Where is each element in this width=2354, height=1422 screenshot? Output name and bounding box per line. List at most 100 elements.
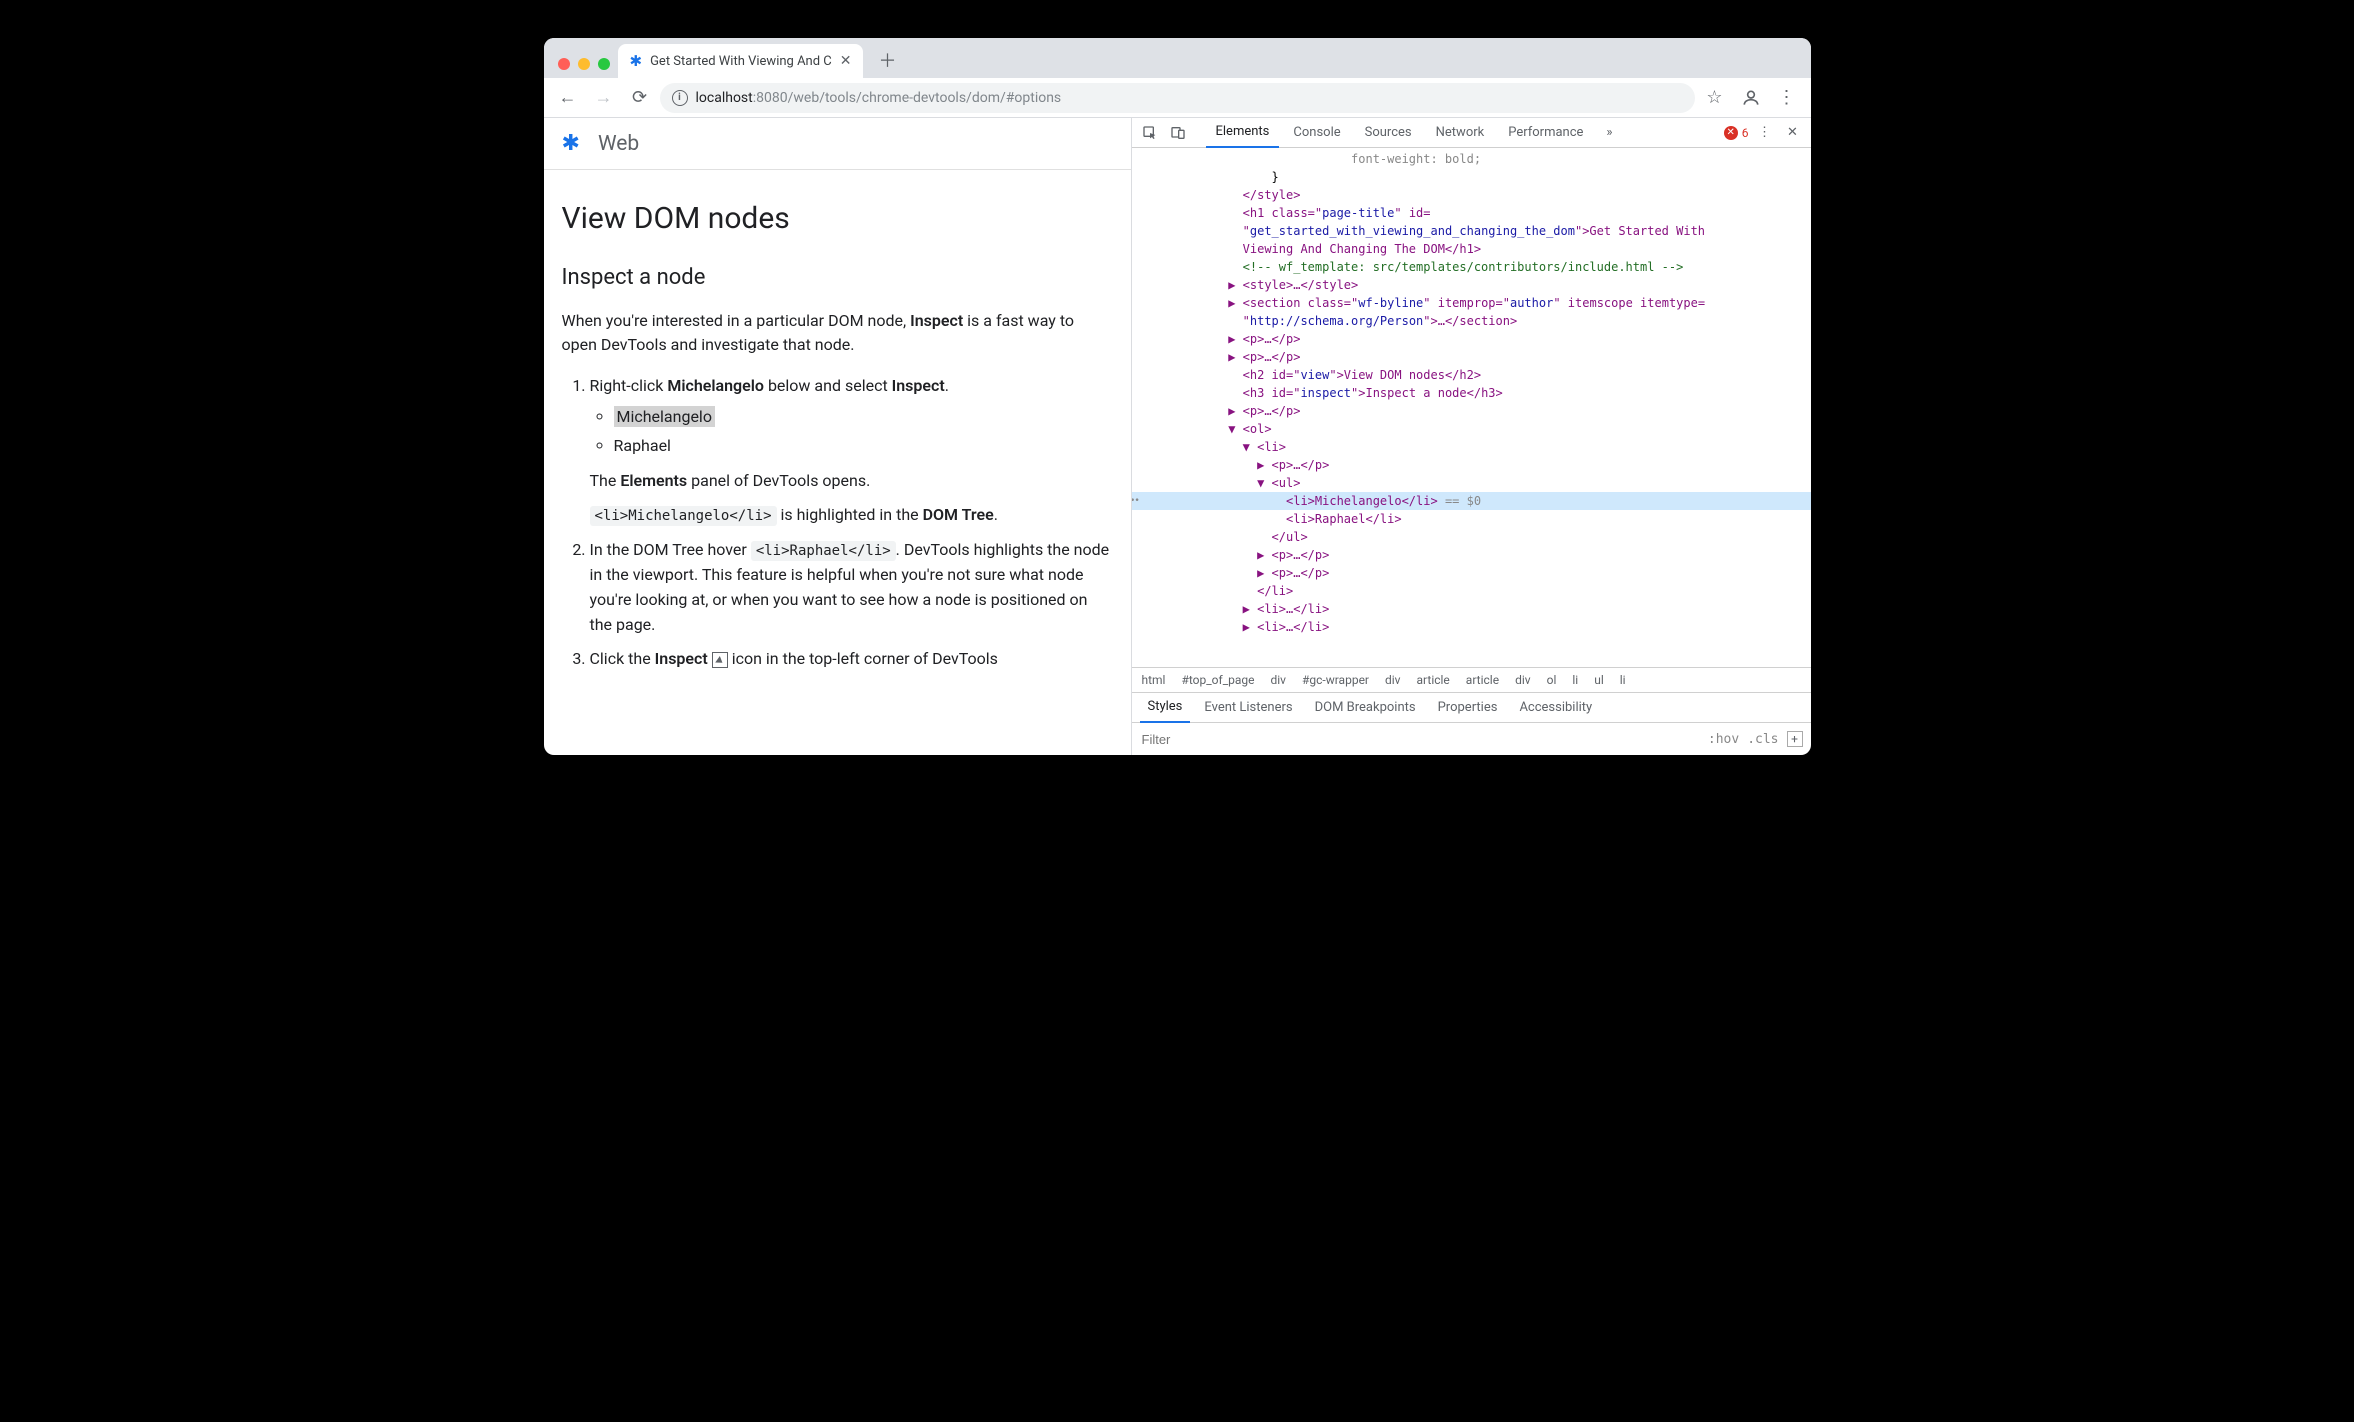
browser-window: ✱ Get Started With Viewing And C ✕ ＋ ← →… xyxy=(544,38,1811,755)
crumb[interactable]: div xyxy=(1270,673,1286,687)
crumb[interactable]: div xyxy=(1385,673,1401,687)
cls-toggle[interactable]: .cls xyxy=(1747,732,1778,747)
source-line[interactable]: "get_started_with_viewing_and_changing_t… xyxy=(1132,222,1811,240)
elements-tree[interactable]: font-weight: bold; } </style> <h1 class=… xyxy=(1132,148,1811,667)
minimize-window-icon[interactable] xyxy=(578,58,590,70)
site-logo-icon: ✱ xyxy=(562,131,580,156)
intro-paragraph: When you're interested in a particular D… xyxy=(562,309,1113,359)
tab-network[interactable]: Network xyxy=(1426,118,1495,148)
source-line[interactable]: ▼ <ol> xyxy=(1132,420,1811,438)
close-tab-icon[interactable]: ✕ xyxy=(840,53,852,69)
devtools-close-icon[interactable]: ✕ xyxy=(1781,121,1805,145)
crumb[interactable]: li xyxy=(1572,673,1578,687)
source-line[interactable]: <h2 id="view">View DOM nodes</h2> xyxy=(1132,366,1811,384)
page-h1: View DOM nodes xyxy=(562,196,1113,243)
address-bar[interactable]: i localhost:8080/web/tools/chrome-devtoo… xyxy=(660,83,1695,113)
source-line[interactable]: ▶ <p>…</p> xyxy=(1132,564,1811,582)
source-line[interactable]: <!-- wf_template: src/templates/contribu… xyxy=(1132,258,1811,276)
source-line[interactable]: ▼ <ul> xyxy=(1132,474,1811,492)
source-line[interactable]: ▶ <section class="wf-byline" itemprop="a… xyxy=(1132,294,1811,312)
step-1-code-line: <li>Michelangelo</li> is highlighted in … xyxy=(590,503,1113,528)
source-line[interactable]: ▶ <li>…</li> xyxy=(1132,600,1811,618)
profile-icon[interactable] xyxy=(1735,82,1767,114)
source-line[interactable]: </style> xyxy=(1132,186,1811,204)
breadcrumb[interactable]: html #top_of_page div #gc-wrapper div ar… xyxy=(1132,667,1811,693)
source-line[interactable]: font-weight: bold; xyxy=(1132,150,1811,168)
source-line[interactable]: ▶ <style>…</style> xyxy=(1132,276,1811,294)
site-info-icon[interactable]: i xyxy=(672,90,688,106)
subtab-properties[interactable]: Properties xyxy=(1430,693,1506,723)
devtools-panel: Elements Console Sources Network Perform… xyxy=(1132,118,1811,755)
forward-button[interactable]: → xyxy=(588,82,620,114)
source-line[interactable]: "http://schema.org/Person">…</section> xyxy=(1132,312,1811,330)
hov-toggle[interactable]: :hov xyxy=(1708,732,1739,747)
step-1-result: The Elements panel of DevTools opens. xyxy=(590,469,1113,494)
crumb[interactable]: article xyxy=(1466,673,1499,687)
content-area: ✱ Web View DOM nodes Inspect a node When… xyxy=(544,118,1811,755)
new-style-rule-icon[interactable]: + xyxy=(1787,731,1803,747)
rendered-page: ✱ Web View DOM nodes Inspect a node When… xyxy=(544,118,1132,755)
devtools-tabbar: Elements Console Sources Network Perform… xyxy=(1132,118,1811,148)
source-line[interactable]: <h1 class="page-title" id= xyxy=(1132,204,1811,222)
source-line[interactable]: <h3 id="inspect">Inspect a node</h3> xyxy=(1132,384,1811,402)
source-line[interactable]: <li>Raphael</li> xyxy=(1132,510,1811,528)
crumb[interactable]: html xyxy=(1142,673,1166,687)
new-tab-button[interactable]: ＋ xyxy=(873,46,901,74)
crumb[interactable]: #gc-wrapper xyxy=(1302,673,1369,687)
source-line[interactable]: </ul> xyxy=(1132,528,1811,546)
source-line[interactable]: ▶ <p>…</p> xyxy=(1132,330,1811,348)
site-section-label: Web xyxy=(598,132,639,156)
browser-tab[interactable]: ✱ Get Started With Viewing And C ✕ xyxy=(618,44,864,78)
source-line[interactable]: ▶ <p>…</p> xyxy=(1132,546,1811,564)
subtab-accessibility[interactable]: Accessibility xyxy=(1511,693,1600,723)
source-line[interactable]: </li> xyxy=(1132,582,1811,600)
tab-sources[interactable]: Sources xyxy=(1355,118,1422,148)
device-toggle-icon[interactable] xyxy=(1166,121,1190,145)
styles-filter-row: :hov .cls + xyxy=(1132,723,1811,755)
subtab-dom-breakpoints[interactable]: DOM Breakpoints xyxy=(1307,693,1424,723)
example-item-michelangelo[interactable]: Michelangelo xyxy=(614,405,1113,430)
tab-elements[interactable]: Elements xyxy=(1206,118,1280,148)
example-item-raphael[interactable]: Raphael xyxy=(614,434,1113,459)
crumb[interactable]: article xyxy=(1417,673,1450,687)
browser-toolbar: ← → ⟳ i localhost:8080/web/tools/chrome-… xyxy=(544,78,1811,118)
devtools-menu-icon[interactable]: ⋮ xyxy=(1753,121,1777,145)
error-count-badge[interactable]: ✕6 xyxy=(1724,126,1749,140)
source-line[interactable]: ▶ <p>…</p> xyxy=(1132,456,1811,474)
page-header: ✱ Web xyxy=(544,118,1131,170)
tab-console[interactable]: Console xyxy=(1283,118,1350,148)
source-line[interactable]: ▶ <p>…</p> xyxy=(1132,402,1811,420)
selected-source-line[interactable]: <li>Michelangelo</li> == $0 xyxy=(1132,492,1811,510)
crumb[interactable]: li xyxy=(1620,673,1626,687)
more-tabs-icon[interactable]: » xyxy=(1597,121,1621,145)
crumb[interactable]: div xyxy=(1515,673,1531,687)
tab-title: Get Started With Viewing And C xyxy=(650,54,832,69)
url-text: localhost:8080/web/tools/chrome-devtools… xyxy=(696,90,1062,106)
step-1: Right-click Michelangelo below and selec… xyxy=(590,374,1113,528)
crumb[interactable]: ol xyxy=(1547,673,1557,687)
bookmark-icon[interactable]: ☆ xyxy=(1699,82,1731,114)
subtab-event-listeners[interactable]: Event Listeners xyxy=(1196,693,1300,723)
page-h2: Inspect a node xyxy=(562,261,1113,295)
styles-filter-input[interactable] xyxy=(1140,731,1320,748)
steps-list: Right-click Michelangelo below and selec… xyxy=(562,374,1113,672)
tab-performance[interactable]: Performance xyxy=(1498,118,1593,148)
error-icon: ✕ xyxy=(1724,126,1738,140)
source-line[interactable]: ▶ <li>…</li> xyxy=(1132,618,1811,636)
inspect-icon xyxy=(712,652,728,668)
source-line[interactable]: } xyxy=(1132,168,1811,186)
reload-button[interactable]: ⟳ xyxy=(624,82,656,114)
source-line[interactable]: ▶ <p>…</p> xyxy=(1132,348,1811,366)
subtab-styles[interactable]: Styles xyxy=(1140,693,1191,723)
source-line[interactable]: ▼ <li> xyxy=(1132,438,1811,456)
source-line[interactable]: Viewing And Changing The DOM</h1> xyxy=(1132,240,1811,258)
crumb[interactable]: #top_of_page xyxy=(1181,673,1254,687)
close-window-icon[interactable] xyxy=(558,58,570,70)
favicon-icon: ✱ xyxy=(630,52,643,70)
browser-menu-icon[interactable]: ⋮ xyxy=(1771,82,1803,114)
maximize-window-icon[interactable] xyxy=(598,58,610,70)
back-button[interactable]: ← xyxy=(552,82,584,114)
crumb[interactable]: ul xyxy=(1594,673,1604,687)
inspect-element-icon[interactable] xyxy=(1138,121,1162,145)
step-3: Click the Inspect icon in the top-left c… xyxy=(590,647,1113,672)
